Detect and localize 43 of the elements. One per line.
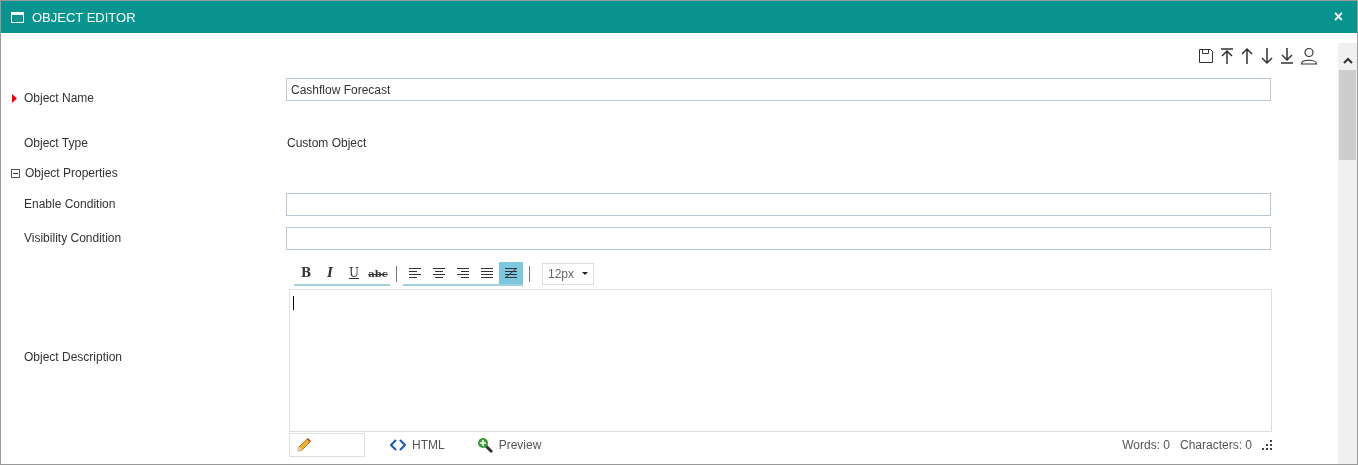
- pencil-icon: [296, 437, 312, 453]
- field-label: Enable Condition: [24, 197, 116, 211]
- field-label: Object Description: [24, 349, 123, 364]
- clear-format-icon: [504, 267, 518, 279]
- magnifier-icon: [476, 437, 493, 453]
- name-field[interactable]: Cashflow Forecast: [286, 78, 1271, 101]
- align-right-icon: [456, 267, 470, 279]
- bold-button[interactable]: B: [294, 262, 318, 284]
- visibility-condition-field[interactable]: [286, 226, 1271, 250]
- caret-icon: [582, 272, 589, 276]
- move-bottom-icon[interactable]: [1280, 47, 1294, 65]
- section-label: Object Properties: [25, 166, 118, 180]
- character-count: Characters: 0: [1179, 438, 1252, 452]
- window-icon: [11, 11, 24, 23]
- scroll-up-icon[interactable]: [1342, 57, 1353, 64]
- font-size-dropdown[interactable]: 12px: [542, 263, 595, 285]
- arrow-up-icon[interactable]: [1240, 47, 1254, 65]
- scrollbar[interactable]: [1338, 43, 1357, 464]
- arrow-down-icon[interactable]: [1260, 47, 1274, 65]
- move-top-icon[interactable]: [1220, 47, 1234, 65]
- align-center-icon: [432, 267, 446, 279]
- underline-button[interactable]: U: [342, 262, 366, 284]
- italic-button[interactable]: I: [318, 262, 342, 284]
- user-icon[interactable]: [1300, 47, 1318, 65]
- justify-icon: [480, 267, 494, 279]
- code-icon: [390, 439, 406, 451]
- object-type-value: Custom Object: [286, 136, 367, 150]
- word-count: Words: 0: [1122, 438, 1170, 452]
- collapse-icon[interactable]: [11, 168, 20, 178]
- resize-grip-icon[interactable]: [1262, 440, 1272, 450]
- field-label: Visibility Condition: [24, 231, 122, 245]
- enable-condition-field[interactable]: [286, 192, 1271, 216]
- clear-format-button[interactable]: [499, 262, 523, 284]
- window-title: OBJECT EDITOR: [32, 9, 136, 25]
- scrollbar-thumb[interactable]: [1339, 70, 1356, 160]
- save-icon[interactable]: [1198, 48, 1214, 64]
- html-mode-tab[interactable]: HTML: [383, 433, 452, 457]
- close-button[interactable]: ×: [1329, 8, 1347, 26]
- preview-mode-tab[interactable]: Preview: [469, 433, 549, 457]
- align-left-icon: [408, 267, 422, 279]
- field-label: Object Type: [24, 136, 88, 150]
- strike-button[interactable]: abc: [366, 262, 390, 284]
- field-label: Object Name: [24, 91, 95, 105]
